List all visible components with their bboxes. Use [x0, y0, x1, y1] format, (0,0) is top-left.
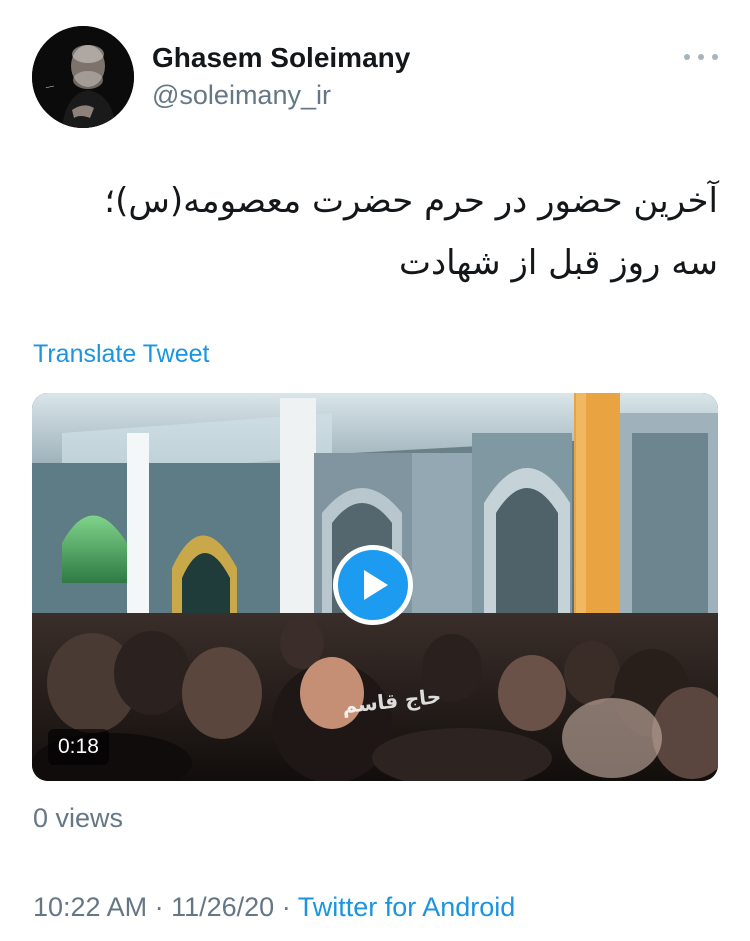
- more-options-button[interactable]: [684, 50, 718, 64]
- tweet-text-line: آخرین حضور در حرم حضرت معصومه(س)؛: [104, 181, 718, 221]
- video-player[interactable]: حاج قاسم 0:18: [32, 393, 718, 781]
- play-button[interactable]: [333, 545, 413, 625]
- more-horizontal-icon-dot: [712, 54, 718, 60]
- separator: ·: [274, 892, 298, 922]
- avatar-image: ــــ: [32, 26, 134, 128]
- more-horizontal-icon: [684, 54, 690, 60]
- view-count: 0 views: [33, 803, 124, 833]
- tweet-date[interactable]: 11/26/20: [171, 892, 274, 922]
- tweet: ــــ Ghasem Soleimany @soleimany_ir آخری…: [0, 0, 750, 941]
- tweet-time[interactable]: 10:22 AM: [33, 892, 147, 922]
- handle[interactable]: @soleimany_ir: [152, 80, 331, 111]
- display-name[interactable]: Ghasem Soleimany: [152, 42, 410, 74]
- translate-tweet-link[interactable]: Translate Tweet: [33, 340, 209, 369]
- tweet-source-link[interactable]: Twitter for Android: [298, 892, 516, 922]
- play-icon: [364, 570, 388, 600]
- tweet-metadata: 10:22 AM · 11/26/20 · Twitter for Androi…: [33, 892, 515, 923]
- more-horizontal-icon-dot: [698, 54, 704, 60]
- tweet-text-line: سه روز قبل از شهادت: [399, 243, 718, 283]
- divider: [0, 862, 750, 863]
- avatar[interactable]: ــــ: [32, 26, 134, 128]
- video-duration-badge: 0:18: [48, 729, 109, 765]
- separator: ·: [147, 892, 172, 922]
- tweet-text: آخرین حضور در حرم حضرت معصومه(س)؛ سه روز…: [38, 170, 718, 294]
